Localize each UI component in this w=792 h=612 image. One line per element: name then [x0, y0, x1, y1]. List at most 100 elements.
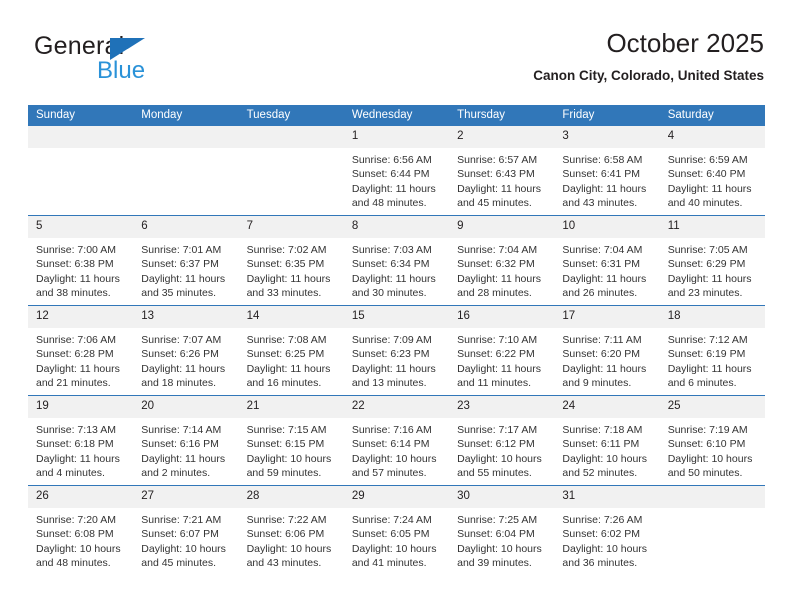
calendar-day-cell[interactable]: 2 Sunrise: 6:57 AM Sunset: 6:43 PM Daylight… — [449, 126, 555, 216]
calendar-day-cell[interactable]: 23 Sunrise: 7:17 AM Sunset: 6:12 PM Dayligh… — [449, 395, 555, 486]
day-number — [659, 486, 765, 508]
calendar-day-cell — [133, 126, 239, 216]
daylight-duration-line1: Daylight: 10 hours — [562, 452, 648, 465]
day-number: 30 — [449, 486, 555, 508]
calendar-day-cell[interactable]: 27 Sunrise: 7:21 AM Sunset: 6:07 PM Dayligh… — [133, 485, 239, 575]
calendar-day-cell[interactable]: 25 Sunrise: 7:19 AM Sunset: 6:10 PM Dayligh… — [659, 395, 765, 486]
calendar-day-cell[interactable]: 19 Sunrise: 7:13 AM Sunset: 6:18 PM Dayligh… — [28, 395, 134, 486]
day-cell-content: 13 Sunrise: 7:07 AM Sunset: 6:26 PM Dayligh… — [133, 306, 239, 395]
daylight-duration-line1: Daylight: 10 hours — [141, 542, 226, 555]
calendar-day-cell[interactable]: 7 Sunrise: 7:02 AM Sunset: 6:35 PM Daylight… — [238, 215, 344, 306]
daylight-duration-line1: Daylight: 11 hours — [457, 182, 541, 195]
calendar-day-cell[interactable]: 29 Sunrise: 7:24 AM Sunset: 6:05 PM Dayligh… — [343, 485, 450, 575]
sunset-time: Sunset: 6:44 PM — [351, 168, 430, 181]
calendar-day-cell[interactable]: 26 Sunrise: 7:20 AM Sunset: 6:08 PM Dayligh… — [28, 485, 134, 575]
sunset-time: Sunset: 6:37 PM — [141, 258, 219, 271]
calendar-day-cell[interactable]: 11 Sunrise: 7:05 AM Sunset: 6:29 PM Dayligh… — [659, 215, 765, 306]
sunset-time: Sunset: 6:02 PM — [562, 528, 641, 541]
sunset-time: Sunset: 6:11 PM — [562, 438, 640, 451]
daylight-duration-line2: and 36 minutes. — [562, 557, 638, 570]
page-subtitle: Canon City, Colorado, United States — [533, 68, 764, 83]
sunset-time: Sunset: 6:07 PM — [141, 528, 219, 541]
calendar-day-cell[interactable]: 15 Sunrise: 7:09 AM Sunset: 6:23 PM Dayligh… — [343, 305, 450, 396]
daylight-duration-line2: and 21 minutes. — [36, 377, 111, 390]
calendar-day-cell[interactable]: 12 Sunrise: 7:06 AM Sunset: 6:28 PM Dayligh… — [28, 305, 134, 396]
daylight-duration-line1: Daylight: 11 hours — [562, 362, 647, 375]
sunset-time: Sunset: 6:18 PM — [36, 438, 114, 451]
sunrise-time: Sunrise: 7:03 AM — [351, 244, 432, 256]
sunset-time: Sunset: 6:06 PM — [246, 528, 325, 541]
day-cell-content: 21 Sunrise: 7:15 AM Sunset: 6:15 PM Dayligh… — [238, 396, 344, 485]
day-cell-content: 2 Sunrise: 6:57 AM Sunset: 6:43 PM Daylight… — [449, 126, 555, 215]
calendar-day-cell[interactable]: 30 Sunrise: 7:25 AM Sunset: 6:04 PM Dayligh… — [449, 485, 555, 575]
day-number: 1 — [343, 126, 450, 148]
daylight-duration-line2: and 50 minutes. — [667, 467, 743, 480]
day-cell-content: 8 Sunrise: 7:03 AM Sunset: 6:34 PM Daylight… — [343, 216, 450, 305]
calendar-day-cell[interactable]: 6 Sunrise: 7:01 AM Sunset: 6:37 PM Daylight… — [133, 215, 239, 306]
day-sun-info: Sunrise: 7:24 AM Sunset: 6:05 PM Daylight:… — [344, 508, 449, 571]
calendar-day-cell[interactable]: 1 Sunrise: 6:56 AM Sunset: 6:44 PM Daylight… — [343, 126, 450, 216]
calendar-day-cell[interactable]: 3 Sunrise: 6:58 AM Sunset: 6:41 PM Daylight… — [554, 126, 660, 216]
weekday-header-sunday: Sunday — [28, 105, 134, 126]
calendar-day-cell[interactable]: 4 Sunrise: 6:59 AM Sunset: 6:40 PM Daylight… — [659, 126, 765, 216]
day-cell-content: 9 Sunrise: 7:04 AM Sunset: 6:32 PM Daylight… — [449, 216, 555, 305]
sunset-time: Sunset: 6:43 PM — [457, 168, 535, 181]
day-sun-info: Sunrise: 7:09 AM Sunset: 6:23 PM Daylight:… — [344, 328, 449, 391]
daylight-duration-line2: and 11 minutes. — [457, 377, 532, 390]
sunrise-time: Sunrise: 7:17 AM — [457, 424, 538, 436]
calendar-day-cell[interactable]: 31 Sunrise: 7:26 AM Sunset: 6:02 PM Dayligh… — [554, 485, 660, 575]
daylight-duration-line2: and 39 minutes. — [457, 557, 532, 570]
calendar-day-cell[interactable]: 21 Sunrise: 7:15 AM Sunset: 6:15 PM Dayligh… — [238, 395, 344, 486]
sunrise-time: Sunrise: 7:02 AM — [246, 244, 327, 256]
sunset-time: Sunset: 6:38 PM — [36, 258, 114, 271]
calendar-day-cell[interactable]: 28 Sunrise: 7:22 AM Sunset: 6:06 PM Dayligh… — [238, 485, 344, 575]
sunset-time: Sunset: 6:41 PM — [562, 168, 641, 181]
day-number: 25 — [659, 396, 765, 418]
daylight-duration-line2: and 6 minutes. — [667, 377, 737, 390]
day-cell-content: 12 Sunrise: 7:06 AM Sunset: 6:28 PM Dayligh… — [28, 306, 134, 395]
day-number: 4 — [659, 126, 765, 148]
calendar-day-cell[interactable]: 8 Sunrise: 7:03 AM Sunset: 6:34 PM Daylight… — [343, 215, 450, 306]
calendar-week-row: 19 Sunrise: 7:13 AM Sunset: 6:18 PM Dayligh… — [28, 395, 765, 486]
daylight-duration-line1: Daylight: 11 hours — [36, 452, 120, 465]
calendar-day-cell[interactable]: 13 Sunrise: 7:07 AM Sunset: 6:26 PM Dayligh… — [133, 305, 239, 396]
calendar-day-cell[interactable]: 5 Sunrise: 7:00 AM Sunset: 6:38 PM Daylight… — [28, 215, 134, 306]
calendar-day-cell[interactable]: 24 Sunrise: 7:18 AM Sunset: 6:11 PM Dayligh… — [554, 395, 660, 486]
calendar-page: General Blue October 2025 Canon City, Co… — [0, 0, 792, 612]
day-sun-info: Sunrise: 6:58 AM Sunset: 6:41 PM Daylight:… — [554, 148, 659, 211]
calendar-day-cell[interactable]: 22 Sunrise: 7:16 AM Sunset: 6:14 PM Dayligh… — [343, 395, 450, 486]
calendar-day-cell[interactable]: 17 Sunrise: 7:11 AM Sunset: 6:20 PM Dayligh… — [554, 305, 660, 396]
day-number — [133, 126, 239, 148]
daylight-duration-line1: Daylight: 10 hours — [457, 542, 542, 555]
daylight-duration-line2: and 2 minutes. — [141, 467, 211, 480]
day-cell-content: 5 Sunrise: 7:00 AM Sunset: 6:38 PM Daylight… — [28, 216, 134, 305]
daylight-duration-line1: Daylight: 11 hours — [562, 272, 647, 285]
calendar-day-cell[interactable]: 18 Sunrise: 7:12 AM Sunset: 6:19 PM Dayligh… — [659, 305, 765, 396]
day-number: 21 — [238, 396, 344, 418]
daylight-duration-line2: and 43 minutes. — [246, 557, 322, 570]
day-number: 18 — [659, 306, 765, 328]
calendar-day-cell — [28, 126, 134, 216]
daylight-duration-line2: and 55 minutes. — [457, 467, 532, 480]
day-cell-content: 30 Sunrise: 7:25 AM Sunset: 6:04 PM Dayligh… — [449, 486, 555, 575]
sunrise-time: Sunrise: 7:01 AM — [141, 244, 222, 256]
calendar-day-cell[interactable]: 16 Sunrise: 7:10 AM Sunset: 6:22 PM Dayligh… — [449, 305, 555, 396]
daylight-duration-line2: and 9 minutes. — [562, 377, 632, 390]
daylight-duration-line1: Daylight: 11 hours — [141, 452, 226, 465]
calendar-day-cell[interactable]: 20 Sunrise: 7:14 AM Sunset: 6:16 PM Dayligh… — [133, 395, 239, 486]
day-number: 26 — [28, 486, 134, 508]
daylight-duration-line2: and 45 minutes. — [141, 557, 216, 570]
general-blue-logo[interactable]: General Blue — [34, 32, 264, 88]
calendar-header-row: Sunday Monday Tuesday Wednesday Thursday… — [28, 105, 765, 126]
calendar-day-cell[interactable]: 9 Sunrise: 7:04 AM Sunset: 6:32 PM Daylight… — [449, 215, 555, 306]
sunset-time: Sunset: 6:16 PM — [141, 438, 219, 451]
calendar-day-cell[interactable]: 10 Sunrise: 7:04 AM Sunset: 6:31 PM Dayligh… — [554, 215, 660, 306]
daylight-duration-line1: Daylight: 11 hours — [457, 272, 541, 285]
sunrise-time: Sunrise: 7:14 AM — [141, 424, 222, 436]
daylight-duration-line2: and 38 minutes. — [36, 287, 111, 300]
calendar-day-cell[interactable]: 14 Sunrise: 7:08 AM Sunset: 6:25 PM Dayligh… — [238, 305, 344, 396]
sunset-time: Sunset: 6:32 PM — [457, 258, 535, 271]
day-sun-info: Sunrise: 7:00 AM Sunset: 6:38 PM Daylight:… — [28, 238, 133, 301]
daylight-duration-line2: and 4 minutes. — [36, 467, 105, 480]
daylight-duration-line2: and 59 minutes. — [246, 467, 322, 480]
